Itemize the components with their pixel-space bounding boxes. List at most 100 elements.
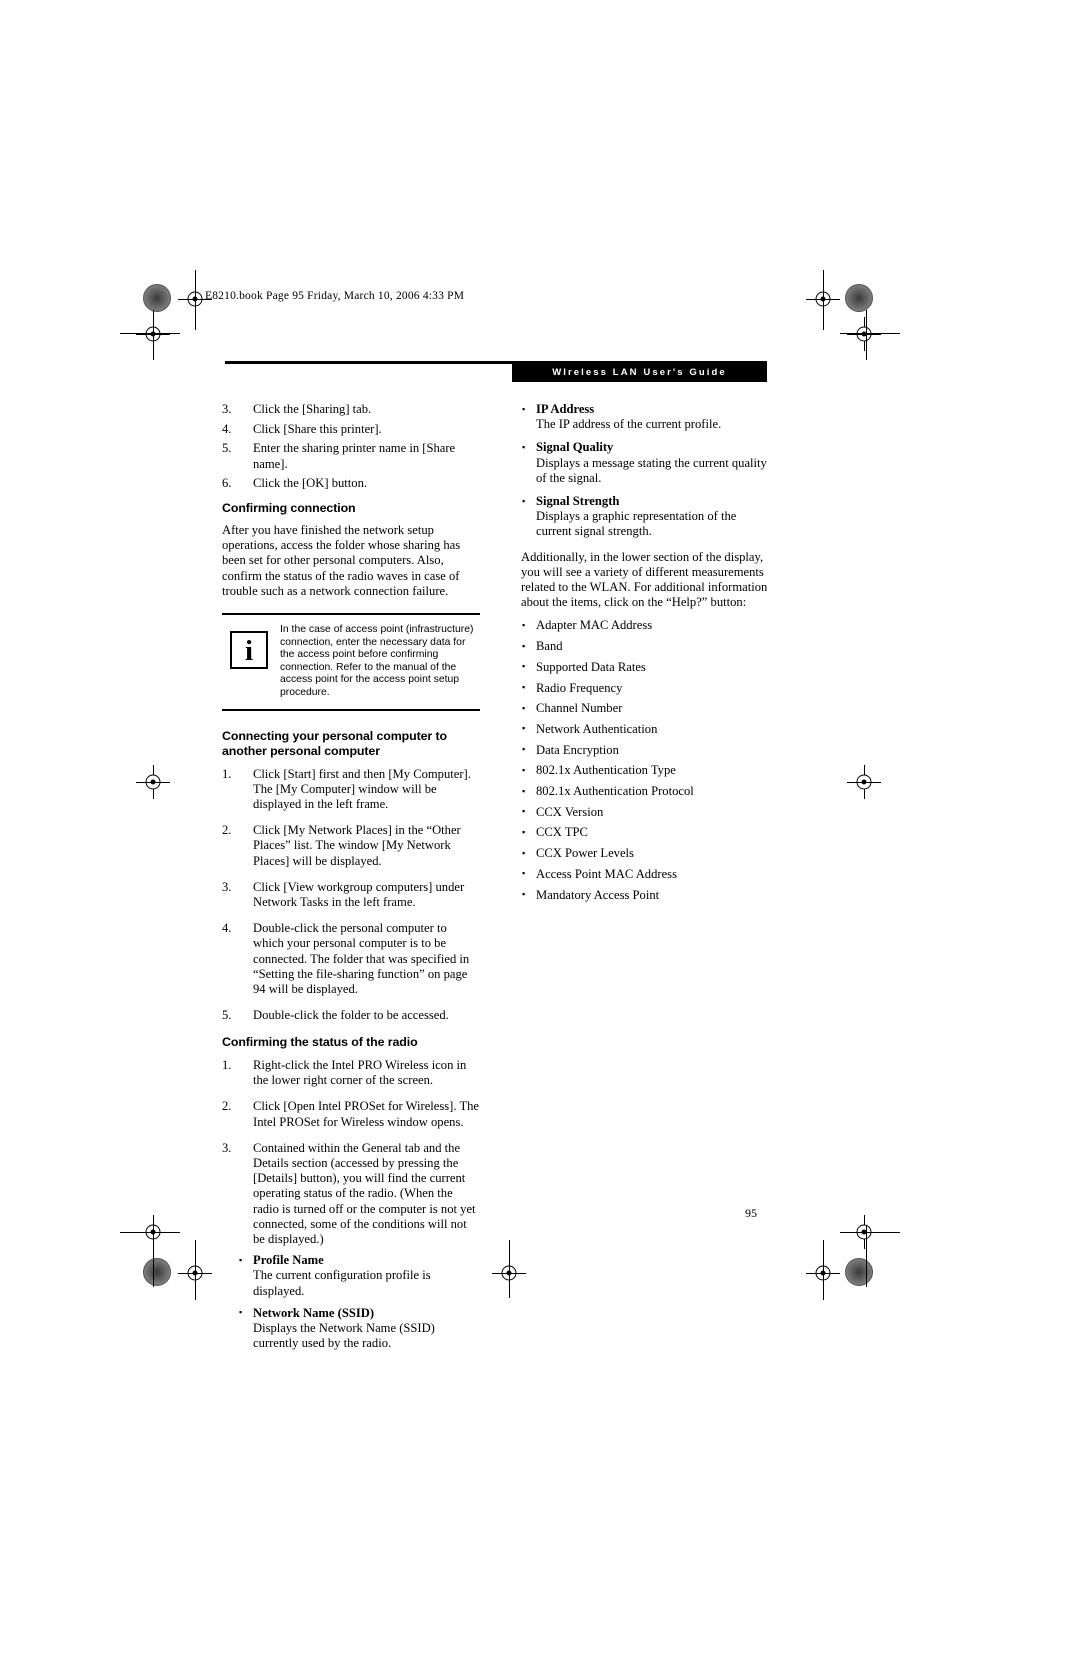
list-item: ▪ 802.1x Authentication Protocol bbox=[521, 784, 771, 799]
item-label: Network Authentication bbox=[536, 721, 658, 736]
square-bullet-icon: ▪ bbox=[522, 619, 526, 630]
step-number: 4. bbox=[222, 421, 232, 436]
wlan-measurement-items-list: ▪ Adapter MAC Address ▪ Band ▪ Supported Da… bbox=[521, 618, 771, 902]
definition-term: Signal Strength bbox=[536, 494, 620, 509]
list-item: 2. Click [My Network Places] in the “Othe… bbox=[222, 823, 480, 869]
steps-radio-status-list: 1. Right-click the Intel PRO Wireless ico… bbox=[222, 1058, 480, 1247]
item-label: Supported Data Rates bbox=[536, 659, 646, 674]
list-item: ▪ Network Authentication bbox=[521, 722, 771, 737]
step-text: Click the [OK] button. bbox=[253, 476, 368, 491]
list-item: 1. Right-click the Intel PRO Wireless ico… bbox=[222, 1058, 480, 1088]
list-item: ▪ CCX Power Levels bbox=[521, 846, 771, 861]
steps-sharing-list: 3. Click the [Sharing] tab. 4. Click [Shar… bbox=[222, 402, 480, 492]
list-item: 5. Double-click the folder to be accessed… bbox=[222, 1008, 480, 1023]
signal-definitions-list: ▪ IP Address The IP address of the curre… bbox=[521, 402, 771, 540]
step-number: 4. bbox=[222, 921, 232, 936]
list-item: ▪ Channel Number bbox=[521, 701, 771, 716]
trim-line-side-right bbox=[866, 1225, 867, 1287]
item-label: CCX Version bbox=[536, 804, 604, 819]
trim-line-bottom bbox=[120, 1232, 180, 1233]
heading-confirming-radio-status: Confirming the status of the radio bbox=[222, 1035, 418, 1050]
square-bullet-icon: ▪ bbox=[522, 889, 526, 900]
step-number: 5. bbox=[222, 441, 232, 456]
paragraph-additional-measurements: Additionally, in the lower section of th… bbox=[521, 549, 768, 610]
list-item: ▪ Network Name (SSID) Displays the Netwo… bbox=[238, 1306, 480, 1352]
step-text: Click the [Sharing] tab. bbox=[253, 402, 372, 416]
list-item: 3. Click the [Sharing] tab. bbox=[222, 402, 480, 417]
file-slug-line: E8210.book Page 95 Friday, March 10, 200… bbox=[205, 290, 465, 302]
list-item: ▪ Band bbox=[521, 639, 771, 654]
step-text: Enter the sharing printer name in [Share… bbox=[253, 441, 456, 471]
halftone-dot-top-left bbox=[143, 284, 171, 312]
page-number: 95 bbox=[745, 1206, 757, 1220]
square-bullet-icon: ▪ bbox=[522, 847, 526, 858]
list-item: 1. Click [Start] first and then [My Compu… bbox=[222, 767, 480, 813]
definition-term: Signal Quality bbox=[536, 440, 614, 455]
step-number: 3. bbox=[222, 879, 232, 894]
definition-description: Displays the Network Name (SSID) current… bbox=[253, 1320, 435, 1351]
list-item: 6. Click the [OK] button. bbox=[222, 476, 480, 491]
note-box: i In the case of access point (infrastru… bbox=[222, 613, 480, 711]
square-bullet-icon: ▪ bbox=[522, 702, 526, 713]
list-item: ▪ Data Encryption bbox=[521, 743, 771, 758]
step-number: 1. bbox=[222, 1057, 232, 1072]
trim-line-bottom-right bbox=[840, 1232, 900, 1233]
square-bullet-icon: ▪ bbox=[522, 826, 526, 837]
item-label: CCX TPC bbox=[536, 825, 588, 840]
definition-term: IP Address bbox=[536, 402, 595, 416]
square-bullet-icon: ▪ bbox=[239, 1254, 243, 1265]
step-text: Click [Open Intel PROSet for Wireless]. … bbox=[253, 1099, 480, 1129]
square-bullet-icon: ▪ bbox=[522, 785, 526, 796]
registration-mark-left-middle bbox=[136, 765, 170, 799]
info-icon: i bbox=[230, 631, 268, 670]
steps-connecting-list: 1. Click [Start] first and then [My Compu… bbox=[222, 767, 480, 1024]
step-text: Click [My Network Places] in the “Other … bbox=[253, 823, 461, 868]
halftone-dot-bottom-left bbox=[143, 1258, 171, 1286]
square-bullet-icon: ▪ bbox=[522, 441, 526, 452]
item-label: Radio Frequency bbox=[536, 680, 623, 695]
step-number: 6. bbox=[222, 476, 232, 491]
square-bullet-icon: ▪ bbox=[522, 868, 526, 879]
definition-description: Displays a graphic representation of the… bbox=[536, 509, 737, 539]
trim-line-gutter-left bbox=[153, 310, 154, 360]
list-item: ▪ CCX TPC bbox=[521, 825, 771, 840]
step-text: Click [View workgroup computers] under N… bbox=[253, 879, 465, 910]
list-item: 4. Click [Share this printer]. bbox=[222, 422, 480, 437]
item-label: Channel Number bbox=[536, 701, 623, 716]
trim-line-top bbox=[120, 333, 180, 334]
step-text: Double-click the personal computer to wh… bbox=[253, 921, 470, 997]
trim-line-right-2 bbox=[823, 1240, 824, 1300]
note-text: In the case of access point (infrastruct… bbox=[280, 624, 474, 698]
list-item: 3. Click [View workgroup computers] under… bbox=[222, 880, 480, 910]
radio-status-definitions: ▪ Profile Name The current configuration… bbox=[238, 1253, 480, 1351]
list-item: ▪ Profile Name The current configuration… bbox=[238, 1253, 480, 1299]
step-number: 5. bbox=[222, 1008, 232, 1023]
halftone-dot-bottom-right bbox=[845, 1258, 873, 1286]
definition-description: The IP address of the current profile. bbox=[536, 417, 722, 432]
list-item: ▪ 802.1x Authentication Type bbox=[521, 763, 771, 778]
step-number: 2. bbox=[222, 823, 232, 838]
square-bullet-icon: ▪ bbox=[522, 682, 526, 693]
definition-description: The current configuration profile is dis… bbox=[253, 1268, 431, 1298]
square-bullet-icon: ▪ bbox=[522, 806, 526, 817]
heading-connecting-computers: Connecting your personal computer to ano… bbox=[222, 728, 447, 759]
definition-term: Profile Name bbox=[253, 1253, 324, 1268]
trim-line-center-bottom bbox=[509, 1240, 510, 1298]
step-number: 3. bbox=[222, 402, 232, 416]
step-number: 1. bbox=[222, 766, 232, 781]
list-item: 2. Click [Open Intel PROSet for Wireless]… bbox=[222, 1099, 480, 1129]
square-bullet-icon: ▪ bbox=[522, 723, 526, 734]
list-item: ▪ Access Point MAC Address bbox=[521, 867, 771, 882]
item-label: Access Point MAC Address bbox=[536, 866, 677, 881]
registration-mark-right-upper bbox=[847, 317, 881, 351]
left-column: 3. Click the [Sharing] tab. 4. Click [Shar… bbox=[222, 402, 480, 1353]
step-text: Click [Share this printer]. bbox=[253, 421, 382, 436]
list-item: ▪ Signal Strength Displays a graphic rep… bbox=[521, 494, 771, 540]
document-page: E8210.book Page 95 Friday, March 10, 200… bbox=[0, 0, 1080, 1669]
step-number: 3. bbox=[222, 1140, 232, 1155]
trim-line-left-2 bbox=[195, 1240, 196, 1300]
list-item: ▪ Supported Data Rates bbox=[521, 660, 771, 675]
right-column: ▪ IP Address The IP address of the curre… bbox=[521, 402, 771, 908]
registration-mark-right-middle bbox=[847, 765, 881, 799]
trim-line-side-left bbox=[153, 1225, 154, 1287]
